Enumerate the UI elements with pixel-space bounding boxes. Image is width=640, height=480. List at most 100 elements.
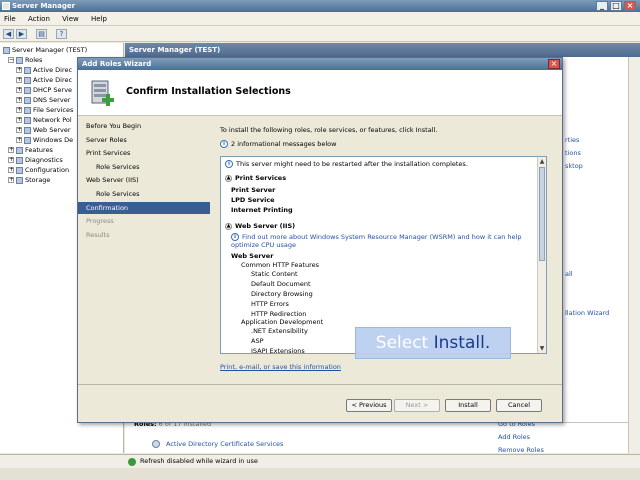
tree-item-role[interactable]: + Network Pol xyxy=(16,115,72,125)
wizard-step-role-services[interactable]: Role Services xyxy=(78,188,210,200)
roles-icon xyxy=(16,56,23,64)
status-bar: Refresh disabled while wizard in use xyxy=(0,454,640,468)
configuration-icon xyxy=(16,166,23,174)
link-remove-roles[interactable]: Remove Roles xyxy=(498,446,544,454)
menu-file[interactable]: File xyxy=(4,15,16,23)
menu-view[interactable]: View xyxy=(62,15,79,23)
cancel-button[interactable]: Cancel xyxy=(496,399,542,412)
install-button[interactable]: Install xyxy=(445,399,491,412)
server-manager-app-icon xyxy=(2,2,10,10)
menu-action[interactable]: Action xyxy=(28,15,50,23)
tree-item-roles[interactable]: − Roles xyxy=(8,55,42,65)
show-hide-tree-icon[interactable]: ▤ xyxy=(36,29,47,39)
expand-icon[interactable]: + xyxy=(16,107,22,113)
toolbar: ◀ ▶ ▤ ? xyxy=(0,26,640,42)
link-wizard-fragment[interactable]: llation Wizard xyxy=(565,309,609,317)
next-button[interactable]: Next > xyxy=(394,399,440,412)
tree-item-configuration[interactable]: + Configuration xyxy=(8,165,69,175)
common-http-features: Common HTTP Features xyxy=(241,261,319,269)
server-icon xyxy=(3,46,10,54)
wizard-step-role-services[interactable]: Role Services xyxy=(78,161,210,173)
expand-icon[interactable]: + xyxy=(8,177,14,183)
wsrm-info-link[interactable]: Find out more about Windows System Resou… xyxy=(231,233,521,249)
listbox-scrollbar[interactable]: ▲ ▼ xyxy=(537,157,546,353)
wizard-step-print-services[interactable]: Print Services xyxy=(78,147,210,159)
tree-item-role[interactable]: + Active Direc xyxy=(16,65,72,75)
link-active-directory-certificate-services[interactable]: Active Directory Certificate Services xyxy=(166,440,283,448)
wizard-step-server-roles[interactable]: Server Roles xyxy=(78,134,210,146)
wsrm-info-message: i Find out more about Windows System Reso… xyxy=(231,233,541,249)
storage-icon xyxy=(16,176,23,184)
role-icon xyxy=(24,96,31,104)
selections-listbox[interactable]: i This server might need to be restarted … xyxy=(220,156,547,354)
wizard-step-before-you-begin[interactable]: Before You Begin xyxy=(78,120,210,132)
expand-icon[interactable]: + xyxy=(8,167,14,173)
forward-arrow-icon[interactable]: ▶ xyxy=(16,29,27,39)
section-print-services[interactable]: ▲ Print Services xyxy=(225,174,286,182)
close-button[interactable]: × xyxy=(624,1,636,11)
help-icon[interactable]: ? xyxy=(56,29,67,39)
role-icon xyxy=(24,116,31,124)
link-options-fragment[interactable]: tions xyxy=(565,149,581,157)
scroll-down-icon[interactable]: ▼ xyxy=(538,344,546,353)
minimize-button[interactable]: _ xyxy=(596,1,608,11)
details-pane-scrollbar[interactable] xyxy=(628,57,640,453)
link-remote-desktop-fragment[interactable]: sktop xyxy=(565,162,583,170)
wizard-instructions: To install the following roles, role ser… xyxy=(220,126,438,134)
tree-item-role[interactable]: + Web Server xyxy=(16,125,71,135)
expand-icon[interactable]: + xyxy=(16,87,22,93)
wizard-title: Add Roles Wizard xyxy=(82,60,152,68)
status-text: Refresh disabled while wizard in use xyxy=(140,457,258,465)
http-feature-item: Directory Browsing xyxy=(251,290,313,298)
wizard-heading: Confirm Installation Selections xyxy=(126,86,291,97)
menu-help[interactable]: Help xyxy=(91,15,107,23)
previous-button[interactable]: < Previous xyxy=(346,399,392,412)
http-feature-item: HTTP Redirection xyxy=(251,310,307,318)
add-roles-wizard-dialog: Add Roles Wizard × Confirm Installation … xyxy=(77,57,563,423)
role-icon xyxy=(24,66,31,74)
wizard-content: To install the following roles, role ser… xyxy=(210,116,562,416)
tree-item-features[interactable]: + Features xyxy=(8,145,53,155)
http-feature-item: Default Document xyxy=(251,280,311,288)
maximize-button[interactable]: □ xyxy=(610,1,622,11)
expand-icon[interactable]: + xyxy=(16,97,22,103)
web-server-title: Web Server xyxy=(231,252,274,260)
tree-item-storage[interactable]: + Storage xyxy=(8,175,50,185)
wizard-close-button[interactable]: × xyxy=(548,59,560,69)
window-titlebar: Server Manager _ □ × xyxy=(0,0,640,12)
back-arrow-icon[interactable]: ◀ xyxy=(3,29,14,39)
tree-item-role[interactable]: + Active Direc xyxy=(16,75,72,85)
role-icon xyxy=(24,86,31,94)
collapse-chevron-icon[interactable]: ▲ xyxy=(225,174,232,182)
expand-icon[interactable]: + xyxy=(16,127,22,133)
expand-icon[interactable]: + xyxy=(8,157,14,163)
collapse-chevron-icon[interactable]: ▲ xyxy=(225,222,232,230)
scroll-up-icon[interactable]: ▲ xyxy=(538,157,546,166)
tree-item-role[interactable]: + DHCP Serve xyxy=(16,85,72,95)
tree-item-role[interactable]: + DNS Server xyxy=(16,95,70,105)
tree-item-server-manager[interactable]: Server Manager (TEST) xyxy=(3,45,87,55)
expand-icon[interactable]: + xyxy=(16,117,22,123)
wizard-separator xyxy=(78,384,562,385)
print-email-save-link[interactable]: Print, e-mail, or save this information xyxy=(220,363,341,371)
tree-item-diagnostics[interactable]: + Diagnostics xyxy=(8,155,63,165)
link-properties-fragment[interactable]: rties xyxy=(565,136,579,144)
tree-item-role[interactable]: + Windows De xyxy=(16,135,73,145)
expand-icon[interactable]: + xyxy=(16,137,22,143)
application-development: Application Development xyxy=(241,318,324,326)
role-icon xyxy=(24,136,31,144)
collapse-icon[interactable]: − xyxy=(8,57,14,63)
callout-text-select: Select xyxy=(375,333,429,353)
link-add-roles[interactable]: Add Roles xyxy=(498,433,530,441)
app-dev-item: ASP xyxy=(251,337,264,345)
tree-item-role[interactable]: + File Services xyxy=(16,105,73,115)
expand-icon[interactable]: + xyxy=(16,67,22,73)
expand-icon[interactable]: + xyxy=(8,147,14,153)
section-web-server-iis[interactable]: ▲ Web Server (IIS) xyxy=(225,222,295,230)
expand-icon[interactable]: + xyxy=(16,77,22,83)
wizard-step-confirmation[interactable]: Confirmation xyxy=(78,201,210,214)
scroll-thumb[interactable] xyxy=(539,167,545,261)
wizard-step-web-server-iis[interactable]: Web Server (IIS) xyxy=(78,174,210,186)
link-install-fragment[interactable]: all xyxy=(565,270,573,278)
info-messages-summary: i2 informational messages below xyxy=(220,140,336,148)
